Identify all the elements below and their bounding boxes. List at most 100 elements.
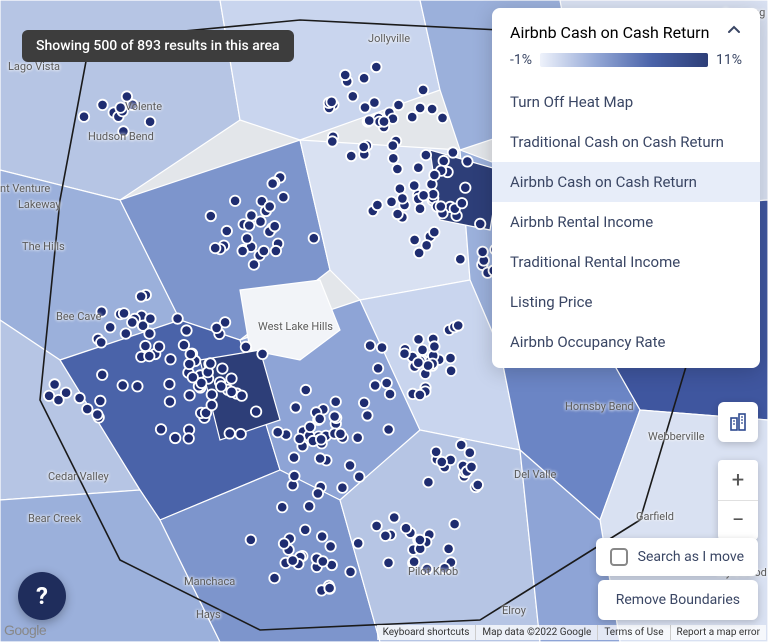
map-marker[interactable] bbox=[445, 353, 455, 363]
map-marker[interactable] bbox=[309, 233, 319, 243]
map-marker[interactable] bbox=[327, 136, 337, 146]
map-marker[interactable] bbox=[421, 240, 431, 250]
map-marker[interactable] bbox=[188, 372, 198, 382]
map-marker[interactable] bbox=[269, 573, 279, 583]
map-marker[interactable] bbox=[289, 452, 299, 462]
map-marker[interactable] bbox=[362, 410, 372, 420]
map-marker[interactable] bbox=[246, 535, 256, 545]
map-marker[interactable] bbox=[383, 558, 393, 568]
terms-link[interactable]: Terms of Use bbox=[597, 625, 669, 640]
map-marker[interactable] bbox=[331, 397, 341, 407]
map-marker[interactable] bbox=[164, 379, 174, 389]
map-marker[interactable] bbox=[423, 360, 433, 370]
map-marker[interactable] bbox=[273, 427, 283, 437]
map-marker[interactable] bbox=[270, 221, 280, 231]
map-marker[interactable] bbox=[154, 342, 164, 352]
map-marker[interactable] bbox=[127, 317, 137, 327]
map-marker[interactable] bbox=[409, 557, 419, 567]
map-marker[interactable] bbox=[305, 422, 315, 432]
map-marker[interactable] bbox=[448, 147, 458, 157]
map-marker[interactable] bbox=[354, 472, 364, 482]
map-marker[interactable] bbox=[462, 156, 472, 166]
map-marker[interactable] bbox=[97, 370, 107, 380]
map-marker[interactable] bbox=[291, 402, 301, 412]
map-marker[interactable] bbox=[345, 460, 355, 470]
map-marker[interactable] bbox=[365, 340, 375, 350]
map-marker[interactable] bbox=[477, 247, 487, 257]
map-marker[interactable] bbox=[74, 393, 84, 403]
map-marker[interactable] bbox=[119, 308, 129, 318]
map-marker[interactable] bbox=[257, 349, 267, 359]
map-marker[interactable] bbox=[325, 541, 335, 551]
map-marker[interactable] bbox=[466, 462, 476, 472]
map-marker[interactable] bbox=[364, 115, 374, 125]
map-marker[interactable] bbox=[217, 363, 227, 373]
map-marker[interactable] bbox=[407, 112, 417, 122]
map-marker[interactable] bbox=[79, 112, 89, 122]
map-marker[interactable] bbox=[265, 201, 275, 211]
map-marker[interactable] bbox=[186, 349, 196, 359]
map-marker[interactable] bbox=[409, 180, 419, 190]
map-marker[interactable] bbox=[360, 102, 370, 112]
map-marker[interactable] bbox=[383, 424, 393, 434]
map-marker[interactable] bbox=[251, 406, 261, 416]
map-marker[interactable] bbox=[415, 390, 425, 400]
map-marker[interactable] bbox=[300, 525, 310, 535]
map-marker[interactable] bbox=[413, 334, 423, 344]
map-marker[interactable] bbox=[456, 440, 466, 450]
heatmap-option[interactable]: Airbnb Occupancy Rate bbox=[492, 322, 760, 362]
report-error-link[interactable]: Report a map error bbox=[670, 625, 766, 640]
map-marker[interactable] bbox=[359, 398, 369, 408]
map-marker[interactable] bbox=[144, 328, 154, 338]
map-marker[interactable] bbox=[172, 313, 182, 323]
buildings-icon-button[interactable] bbox=[718, 402, 758, 442]
map-marker[interactable] bbox=[326, 97, 336, 107]
heatmap-dropdown-toggle[interactable]: Airbnb Cash on Cash Return bbox=[492, 8, 760, 52]
map-marker[interactable] bbox=[329, 411, 339, 421]
map-marker[interactable] bbox=[389, 512, 399, 522]
search-as-i-move-checkbox[interactable] bbox=[610, 548, 628, 566]
map-marker[interactable] bbox=[317, 531, 327, 541]
map-marker[interactable] bbox=[401, 523, 411, 533]
map-marker[interactable] bbox=[271, 246, 281, 256]
map-marker[interactable] bbox=[315, 453, 325, 463]
map-marker[interactable] bbox=[165, 354, 175, 364]
map-marker[interactable] bbox=[259, 246, 269, 256]
map-marker[interactable] bbox=[337, 483, 347, 493]
map-marker[interactable] bbox=[439, 563, 449, 573]
help-button[interactable]: ? bbox=[18, 572, 66, 620]
map-marker[interactable] bbox=[170, 433, 180, 443]
map-marker[interactable] bbox=[211, 323, 221, 333]
map-marker[interactable] bbox=[206, 211, 216, 221]
map-marker[interactable] bbox=[415, 535, 425, 545]
map-marker[interactable] bbox=[105, 322, 115, 332]
map-marker[interactable] bbox=[359, 142, 369, 152]
map-marker[interactable] bbox=[207, 389, 217, 399]
map-marker[interactable] bbox=[397, 193, 407, 203]
map-marker[interactable] bbox=[184, 359, 194, 369]
map-marker[interactable] bbox=[422, 564, 432, 574]
map-marker[interactable] bbox=[226, 387, 236, 397]
map-marker[interactable] bbox=[380, 531, 390, 541]
map-marker[interactable] bbox=[136, 291, 146, 301]
map-marker[interactable] bbox=[145, 314, 155, 324]
map-marker[interactable] bbox=[230, 196, 240, 206]
map-marker[interactable] bbox=[392, 164, 402, 174]
map-marker[interactable] bbox=[316, 434, 326, 444]
map-marker[interactable] bbox=[277, 502, 287, 512]
map-marker[interactable] bbox=[418, 85, 428, 95]
map-marker[interactable] bbox=[385, 389, 395, 399]
map-marker[interactable] bbox=[373, 363, 383, 373]
map-marker[interactable] bbox=[216, 381, 226, 391]
map-marker[interactable] bbox=[446, 366, 456, 376]
map-marker[interactable] bbox=[371, 521, 381, 531]
map-marker[interactable] bbox=[241, 342, 251, 352]
map-marker[interactable] bbox=[359, 73, 369, 83]
map-marker[interactable] bbox=[289, 471, 299, 481]
map-marker[interactable] bbox=[413, 358, 423, 368]
heatmap-option[interactable]: Airbnb Cash on Cash Return bbox=[492, 162, 760, 202]
map-marker[interactable] bbox=[423, 477, 433, 487]
map-marker[interactable] bbox=[225, 428, 235, 438]
map-marker[interactable] bbox=[222, 226, 232, 236]
map-marker[interactable] bbox=[409, 235, 419, 245]
